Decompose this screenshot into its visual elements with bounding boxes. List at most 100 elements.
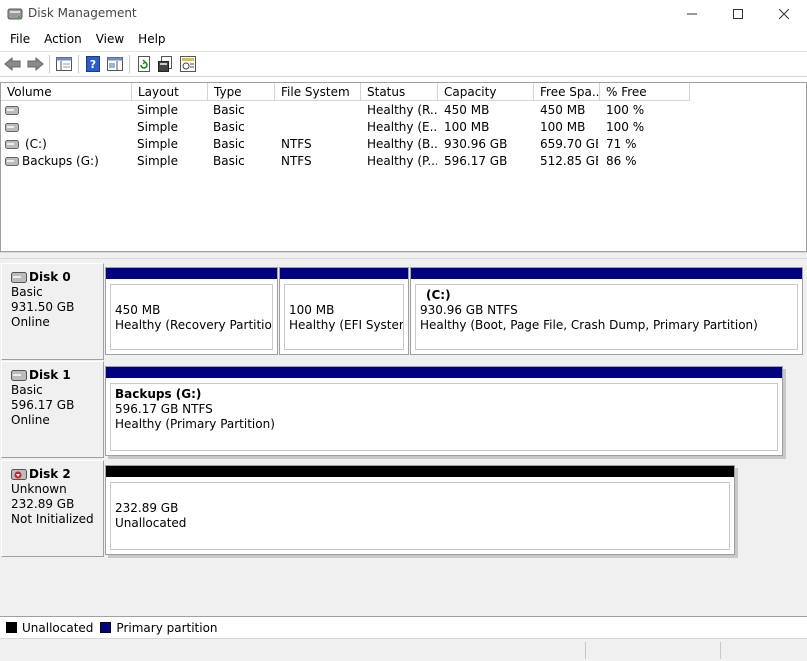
cell-free-space: 450 MB — [540, 103, 586, 117]
menu-action[interactable]: Action — [38, 29, 88, 49]
cell-free-space: 659.70 GB — [540, 137, 598, 151]
maximize-button[interactable] — [715, 0, 761, 28]
properties-pane-icon — [107, 57, 123, 71]
cell-volume — [22, 102, 130, 119]
cell-capacity: 450 MB — [444, 103, 490, 117]
pane-splitter[interactable] — [0, 252, 807, 259]
menu-view[interactable]: View — [90, 29, 130, 49]
partition-color-bar — [106, 466, 734, 477]
menu-file[interactable]: File — [4, 29, 36, 49]
primary-partition-swatch — [100, 622, 112, 633]
partition-efi[interactable]: 100 MB Healthy (EFI System P — [279, 267, 409, 355]
cell-capacity: 930.96 GB — [444, 137, 508, 151]
drive-icon — [5, 157, 19, 166]
forward-arrow-icon — [27, 57, 44, 71]
table-row[interactable]: Simple Basic Healthy (E... 100 MB 100 MB… — [1, 119, 806, 136]
forward-button[interactable] — [24, 53, 46, 75]
disk-warning-icon — [11, 469, 27, 480]
unallocated-swatch — [6, 622, 17, 633]
cell-layout: Simple — [137, 120, 178, 134]
column-header-percent-free[interactable]: % Free — [600, 83, 690, 101]
partition-recovery[interactable]: 450 MB Healthy (Recovery Partition) — [105, 267, 278, 355]
cell-status: Healthy (R... — [367, 103, 437, 117]
partition-details: (C:) 930.96 GB NTFS Healthy (Boot, Page … — [415, 284, 798, 350]
table-row[interactable]: (C:) Simple Basic NTFS Healthy (B... 930… — [1, 136, 806, 153]
toolbar-separator — [78, 55, 79, 73]
back-button[interactable] — [2, 53, 24, 75]
help-icon: ? — [86, 56, 100, 72]
cell-volume: Backups (G:) — [22, 154, 99, 168]
menu-bar: File Action View Help — [0, 28, 807, 50]
minimize-button[interactable] — [669, 0, 715, 28]
partition-status: Healthy (Boot, Page File, Crash Dump, Pr… — [420, 318, 758, 332]
column-header-free-space[interactable]: Free Spa... — [534, 83, 600, 101]
partition-color-bar — [280, 268, 408, 279]
cell-layout: Simple — [137, 103, 178, 117]
help-button[interactable]: ? — [82, 53, 104, 75]
refresh-button[interactable] — [133, 53, 155, 75]
disk-icon — [11, 370, 27, 381]
column-header-capacity[interactable]: Capacity — [438, 83, 534, 101]
close-button[interactable] — [761, 0, 807, 28]
disk-2-label[interactable]: Disk 2 Unknown 232.89 GB Not Initialized — [1, 460, 104, 557]
partition-c-drive[interactable]: (C:) 930.96 GB NTFS Healthy (Boot, Page … — [410, 267, 803, 355]
drive-icon — [5, 140, 19, 149]
cell-percent-free: 100 % — [606, 120, 645, 134]
legend-unallocated-label: Unallocated — [22, 620, 94, 635]
table-row[interactable]: Backups (G:) Simple Basic NTFS Healthy (… — [1, 153, 806, 170]
disk-name: Disk 2 — [29, 467, 71, 481]
cell-file-system — [281, 119, 359, 136]
cell-capacity: 100 MB — [444, 120, 490, 134]
cell-volume: (C:) — [25, 137, 47, 151]
maximize-icon — [733, 9, 743, 19]
column-header-volume[interactable]: Volume — [1, 83, 132, 101]
disk-size: 232.89 GB — [11, 497, 75, 511]
refresh-icon — [138, 56, 150, 72]
partition-color-bar — [106, 268, 277, 279]
disk-graphical-view: Disk 0 Basic 931.50 GB Online 450 MB Hea… — [0, 259, 807, 616]
volume-list[interactable]: Volume Layout Type File System Status Ca… — [0, 82, 807, 252]
cell-percent-free: 100 % — [606, 103, 645, 117]
settings-checklist-icon — [180, 56, 196, 72]
partition-details: 232.89 GB Unallocated — [110, 482, 730, 550]
partition-size: 596.17 GB NTFS — [115, 402, 213, 416]
cell-file-system: NTFS — [281, 137, 312, 151]
disk-name: Disk 1 — [29, 368, 71, 382]
console-tree-icon — [56, 57, 72, 71]
column-header-type[interactable]: Type — [208, 83, 275, 101]
rescan-disks-button[interactable] — [155, 53, 177, 75]
properties-pane-button[interactable] — [104, 53, 126, 75]
partition-unallocated[interactable]: 232.89 GB Unallocated — [105, 465, 735, 555]
partition-backups-g[interactable]: Backups (G:) 596.17 GB NTFS Healthy (Pri… — [105, 366, 783, 456]
cell-free-space: 100 MB — [540, 120, 586, 134]
drive-icon — [5, 123, 19, 132]
disk-state: Online — [11, 413, 50, 427]
partition-size: 100 MB — [289, 303, 335, 317]
column-header-file-system[interactable]: File System — [275, 83, 361, 101]
settings-button[interactable] — [177, 53, 199, 75]
menu-help[interactable]: Help — [132, 29, 171, 49]
partition-status: Unallocated — [115, 516, 187, 530]
disk-state: Not Initialized — [11, 512, 94, 526]
toolbar-separator — [129, 55, 130, 73]
close-icon — [779, 9, 789, 19]
column-header-status[interactable]: Status — [361, 83, 438, 101]
disk-1-label[interactable]: Disk 1 Basic 596.17 GB Online — [1, 361, 104, 458]
drive-icon — [5, 106, 19, 115]
status-divider — [585, 642, 586, 659]
back-arrow-icon — [4, 57, 21, 71]
cell-file-system — [281, 102, 359, 119]
disk-size: 596.17 GB — [11, 398, 75, 412]
disk-name: Disk 0 — [29, 270, 71, 284]
disk-0-label[interactable]: Disk 0 Basic 931.50 GB Online — [1, 263, 104, 360]
partition-size: 232.89 GB — [115, 501, 179, 515]
status-divider — [720, 642, 721, 659]
cell-type: Basic — [213, 120, 245, 134]
table-row[interactable]: Simple Basic Healthy (R... 450 MB 450 MB… — [1, 102, 806, 119]
minimize-icon — [687, 13, 697, 15]
rescan-disks-icon — [158, 56, 172, 72]
show-hide-console-tree-button[interactable] — [53, 53, 75, 75]
disk-icon — [11, 272, 27, 283]
column-header-layout[interactable]: Layout — [132, 83, 208, 101]
disk-state: Online — [11, 315, 50, 329]
